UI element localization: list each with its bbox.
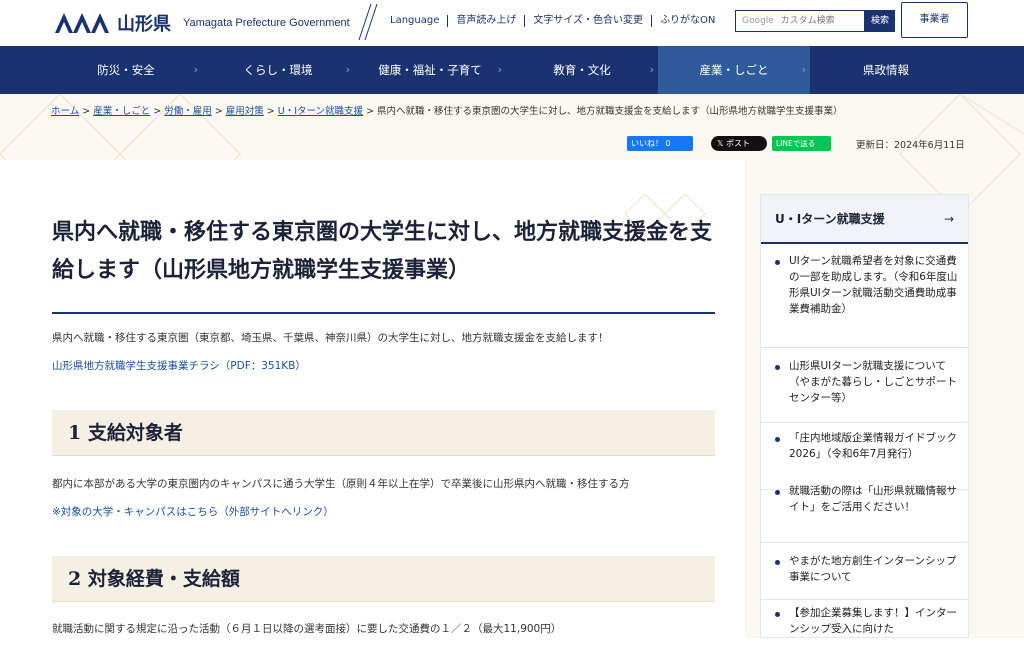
utility-links: Language 音声読み上げ 文字サイズ・色合い変更 ふりがなON [380, 15, 723, 27]
section-heading-eligibility: 1 支給対象者 [52, 410, 715, 456]
breadcrumb-link-employment[interactable]: 雇用対策 [226, 106, 264, 117]
nav-label: くらし・環境 [243, 63, 313, 77]
sidebar-title: U・Iターン就職支援 [775, 212, 885, 226]
breadcrumb-link-industry[interactable]: 産業・しごと [93, 106, 150, 117]
sidebar-item-company-recruit[interactable]: 【参加企業募集します！】インターンシップ受入に向けた [761, 605, 968, 645]
search-input[interactable]: Google カスタム検索 [735, 10, 865, 32]
x-icon: 𝕏 [717, 139, 726, 148]
search-button[interactable]: 検索 [865, 10, 895, 32]
breadcrumb-current: 県内へ就職・移住する東京圏の大学生に対し、地方就職支援金を支給します（山形県地方… [377, 106, 843, 117]
sidebar-header: U・Iターン就職支援 → [761, 195, 968, 244]
line-share-label: LINEで送る [776, 139, 816, 148]
sidebar-item-support-center[interactable]: 山形県UIターン就職支援について（やまがた暮らし・しごとサポートセンター等） [761, 358, 968, 423]
global-nav: 防災・安全 › くらし・環境 › 健康・福祉・子育て › 教育・文化 › 産業・しごと ›… [0, 46, 1024, 94]
x-post-label: ポスト [726, 139, 750, 148]
chevron-right-icon: › [193, 63, 198, 76]
section-heading-text: 1 支給対象者 [68, 422, 183, 444]
chevron-right-icon: › [649, 63, 654, 76]
search-google-label: Google [742, 16, 774, 26]
read-aloud-link[interactable]: 音声読み上げ [447, 15, 524, 27]
sidebar: U・Iターン就職支援 → UIターン就職希望者を対象に交通費の一部を助成します。… [760, 194, 969, 638]
nav-item-health[interactable]: 健康・福祉・子育て › [354, 46, 506, 94]
breadcrumb-link-home[interactable]: ホーム [51, 106, 79, 117]
breadcrumb: ホーム > 産業・しごと > 労働・雇用 > 雇用対策 > U・Iターン就職支援… [51, 106, 843, 117]
header-divider-icon [358, 4, 378, 40]
arrow-right-icon: → [943, 212, 954, 226]
title-divider [52, 312, 715, 314]
chevron-right-icon: › [801, 63, 806, 76]
nav-label: 健康・福祉・子育て [378, 63, 482, 77]
nav-label: 防災・安全 [97, 63, 155, 77]
eligible-universities-link[interactable]: ※対象の大学・キャンパスはこちら（外部サイトへリンク） [52, 504, 334, 519]
nav-label: 教育・文化 [553, 63, 611, 77]
nav-item-government[interactable]: 県政情報 [810, 46, 962, 94]
logo-text-jp: 山形県 [117, 14, 171, 35]
language-link[interactable]: Language [380, 15, 447, 27]
business-button[interactable]: 事業者 [901, 2, 968, 38]
logo-mark-icon [55, 13, 109, 33]
page-title: 県内へ就職・移住する東京圏の大学生に対し、地方就職支援金を支給します（山形県地方… [52, 219, 713, 283]
search-placeholder: カスタム検索 [780, 16, 835, 26]
line-share-button[interactable]: LINEで送る [772, 136, 831, 151]
sidebar-item-transport-subsidy[interactable]: UIターン就職希望者を対象に交通費の一部を助成します。（令和6年度山形県UIター… [761, 253, 968, 348]
eligibility-text: 都内に本部がある大学の東京圏内のキャンパスに通う大学生（原則４年以上在学）で卒業… [52, 478, 630, 490]
nav-item-industry[interactable]: 産業・しごと › [658, 46, 810, 94]
breadcrumb-link-ui-turn[interactable]: U・Iターン就職支援 [278, 106, 363, 117]
section-heading-text: 2 対象経費・支給額 [68, 568, 240, 590]
nav-item-living[interactable]: くらし・環境 › [202, 46, 354, 94]
site-header: 山形県 Yamagata Prefecture Government Langu… [0, 0, 1024, 46]
x-post-button[interactable]: 𝕏 ポスト [711, 136, 767, 151]
logo-text-en: Yamagata Prefecture Government [183, 17, 350, 29]
updated-date: 更新日：2024年6月11日 [856, 140, 965, 151]
furigana-link[interactable]: ふりがなON [651, 15, 723, 27]
section-heading-expenses: 2 対象経費・支給額 [52, 556, 715, 602]
facebook-like-button[interactable]: いいね！ 0 [627, 136, 693, 151]
site-logo[interactable]: 山形県 Yamagata Prefecture Government [55, 10, 350, 36]
text-size-color-link[interactable]: 文字サイズ・色合い変更 [524, 15, 651, 27]
sidebar-item-job-site[interactable]: 就職活動の際は「山形県就職情報サイト」をご活用ください！ [761, 483, 968, 543]
sidebar-item-shonai-guide[interactable]: 「庄内地域版企業情報ガイドブック2026」（令和6年7月発行） [761, 430, 968, 490]
chevron-right-icon: › [345, 63, 350, 76]
flyer-pdf-link[interactable]: 山形県地方就職学生支援事業チラシ（PDF：351KB） [52, 358, 306, 373]
facebook-like-label: いいね！ 0 [631, 139, 671, 148]
nav-label: 県政情報 [863, 63, 909, 77]
nav-item-education[interactable]: 教育・文化 › [506, 46, 658, 94]
nav-item-disaster[interactable]: 防災・安全 › [50, 46, 202, 94]
breadcrumb-link-labor[interactable]: 労働・雇用 [164, 106, 212, 117]
sidebar-item-internship[interactable]: やまがた地方創生インターンシップ事業について [761, 553, 968, 600]
expenses-text: 就職活動に関する規定に沿った活動（６月１日以降の選考面接）に要した交通費の１／２… [52, 623, 562, 635]
chevron-right-icon: › [497, 63, 502, 76]
nav-label: 産業・しごと [699, 63, 769, 77]
intro-text: 県内へ就職・移住する東京圏（東京都、埼玉県、千葉県、神奈川県）の大学生に対し、地… [52, 332, 609, 344]
